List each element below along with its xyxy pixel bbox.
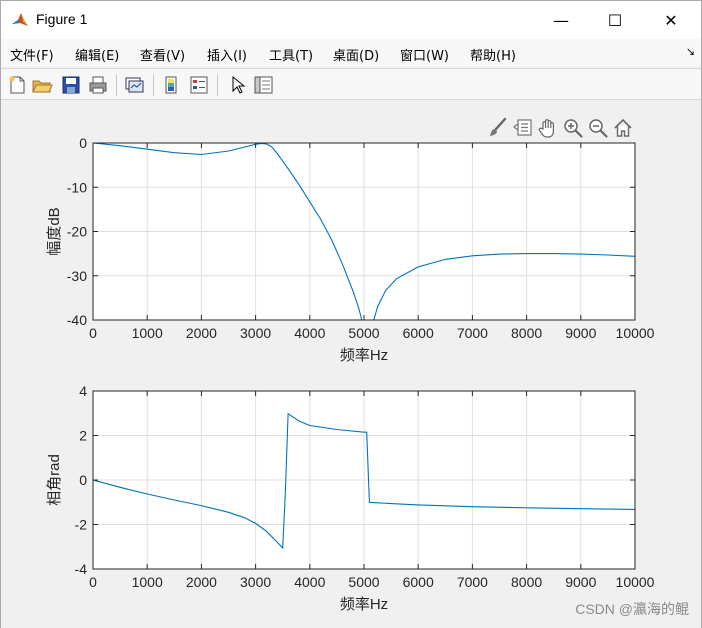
x-tick-label: 9000 <box>565 325 596 341</box>
y-tick-label: -4 <box>75 561 88 577</box>
menu-desktop[interactable]: 桌面(D) <box>333 45 379 64</box>
x-tick-label: 6000 <box>403 325 434 341</box>
title-bar: Figure 1 — ☐ ✕ <box>1 1 701 39</box>
y-axis-label: 幅度dB <box>46 207 63 255</box>
figure-window: Figure 1 — ☐ ✕ 文件(F) 编辑(E) 查看(V) 插入(I) 工… <box>0 0 702 628</box>
menu-edit[interactable]: 编辑(E) <box>75 45 119 64</box>
open-file-icon[interactable] <box>31 74 53 96</box>
x-tick-label: 5000 <box>348 325 379 341</box>
matlab-logo-icon <box>11 11 29 29</box>
y-tick-label: 2 <box>79 428 87 444</box>
menu-view[interactable]: 查看(V) <box>140 45 185 64</box>
insert-legend-icon[interactable] <box>188 74 210 96</box>
menu-insert[interactable]: 插入(I) <box>207 45 247 64</box>
print-icon[interactable] <box>87 74 109 96</box>
x-tick-label: 0 <box>89 325 97 341</box>
y-tick-label: 0 <box>79 472 87 488</box>
watermark: CSDN @瀛海的鲲 <box>575 601 689 617</box>
x-tick-label: 7000 <box>457 325 488 341</box>
maximize-button[interactable]: ☐ <box>587 1 643 39</box>
close-button[interactable]: ✕ <box>643 1 699 39</box>
menu-tools[interactable]: 工具(T) <box>269 45 313 64</box>
x-axis-label: 频率Hz <box>340 596 388 613</box>
y-tick-label: -2 <box>75 517 88 533</box>
x-tick-label: 2000 <box>186 325 217 341</box>
minimize-button[interactable]: — <box>533 1 589 39</box>
x-tick-label: 1000 <box>132 325 163 341</box>
dock-arrow-icon[interactable]: ↘ <box>686 45 695 58</box>
toolbar-separator <box>217 74 218 96</box>
window-title: Figure 1 <box>36 11 88 27</box>
y-tick-label: -30 <box>67 268 87 284</box>
x-tick-label: 3000 <box>240 574 271 590</box>
x-tick-label: 6000 <box>403 574 434 590</box>
x-tick-label: 0 <box>89 574 97 590</box>
toolbar-separator <box>153 74 154 96</box>
menu-window[interactable]: 窗口(W) <box>400 45 449 64</box>
x-tick-label: 2000 <box>186 574 217 590</box>
x-tick-label: 3000 <box>240 325 271 341</box>
x-tick-label: 9000 <box>565 574 596 590</box>
figure-canvas: 0 1000 2000 3000 4000 5000 6000 7000 8000 9000 100… <box>1 101 701 628</box>
y-tick-label: 0 <box>79 135 87 151</box>
menu-bar: 文件(F) 编辑(E) 查看(V) 插入(I) 工具(T) 桌面(D) 窗口(W… <box>1 39 701 67</box>
axes-2: 0 1000 2000 3000 4000 5000 6000 7000 8000 9000 100… <box>46 383 655 613</box>
x-tick-label: 8000 <box>511 574 542 590</box>
menu-help[interactable]: 帮助(H) <box>470 45 516 64</box>
x-tick-label: 4000 <box>294 325 325 341</box>
axes-1: 0 1000 2000 3000 4000 5000 6000 7000 8000 9000 100… <box>46 135 655 364</box>
x-tick-label: 10000 <box>616 574 655 590</box>
menu-file[interactable]: 文件(F) <box>10 45 54 64</box>
x-tick-label: 4000 <box>294 574 325 590</box>
save-icon[interactable] <box>60 74 82 96</box>
y-tick-label: 4 <box>79 383 87 399</box>
plots-svg: 0 1000 2000 3000 4000 5000 6000 7000 8000 9000 100… <box>46 135 655 613</box>
x-tick-label: 5000 <box>348 574 379 590</box>
x-axis-label: 频率Hz <box>340 347 388 364</box>
property-inspector-icon[interactable] <box>252 74 274 96</box>
x-tick-label: 10000 <box>616 325 655 341</box>
x-tick-label: 8000 <box>511 325 542 341</box>
y-axis-label: 相角rad <box>46 454 63 506</box>
toolbar-separator <box>116 74 117 96</box>
edit-plot-arrow-icon[interactable] <box>226 74 248 96</box>
insert-colorbar-icon[interactable] <box>160 74 182 96</box>
new-figure-icon[interactable] <box>6 74 28 96</box>
y-tick-label: -20 <box>67 224 87 240</box>
link-plot-icon[interactable] <box>123 74 145 96</box>
x-tick-label: 7000 <box>457 574 488 590</box>
x-tick-label: 1000 <box>132 574 163 590</box>
figure-toolbar <box>1 68 701 100</box>
y-tick-label: -40 <box>67 312 87 328</box>
y-tick-label: -10 <box>67 179 87 195</box>
